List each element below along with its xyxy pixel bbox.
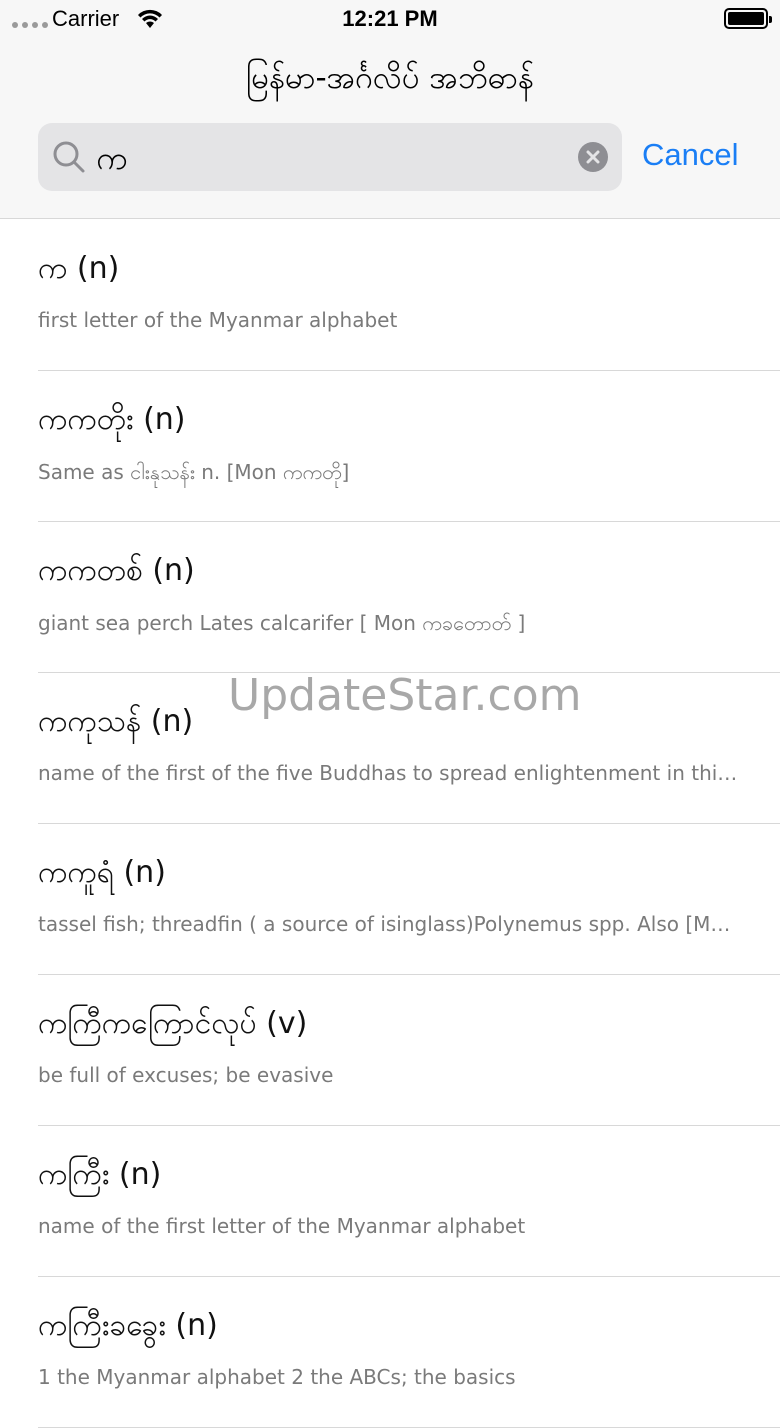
battery-icon — [724, 8, 772, 29]
entry-term: ကကတစ် (n) — [38, 553, 195, 588]
page-title: မြန်မာ-အင်္ဂလိပ် အဘိဓာန် — [246, 60, 534, 96]
close-icon — [586, 150, 600, 164]
entry-definition: tassel fish; threadfin ( a source of isi… — [38, 912, 738, 936]
entry-definition: 1 the Myanmar alphabet 2 the ABCs; the b… — [38, 1365, 516, 1389]
entry-definition: first letter of the Myanmar alphabet — [38, 308, 398, 332]
entry-term: ကကူရံ (n) — [38, 855, 166, 890]
entry-definition: be full of excuses; be evasive — [38, 1063, 334, 1087]
entry-term: ကကုသန် (n) — [38, 704, 194, 739]
search-icon — [53, 141, 85, 173]
list-item[interactable]: ကကြီး (n) name of the first letter of th… — [0, 1126, 780, 1277]
status-bar: Carrier 12:21 PM — [0, 0, 780, 40]
entry-definition: name of the first letter of the Myanmar … — [38, 1214, 526, 1238]
entry-term: ကကြီးခခွေး (n) — [38, 1308, 218, 1343]
entry-term: ကကြီး (n) — [38, 1157, 162, 1192]
status-time: 12:21 PM — [342, 6, 438, 31]
entry-definition: giant sea perch Lates calcarifer [ Mon က… — [38, 611, 526, 635]
list-item[interactable]: ကကြီကကြောင်လုပ် (v) be full of excuses; … — [0, 975, 780, 1126]
entry-definition: Same as ငါးနုသန်း n. [Mon ကကတို] — [38, 460, 350, 484]
list-item[interactable]: ကကုသန် (n) name of the first of the five… — [0, 673, 780, 824]
search-input[interactable]: က — [96, 137, 127, 185]
entry-term: ကကြီကကြောင်လုပ် (v) — [38, 1006, 308, 1041]
results-list: က (n) first letter of the Myanmar alphab… — [0, 220, 780, 1428]
entry-term: က (n) — [38, 251, 120, 286]
clear-search-button[interactable] — [578, 142, 608, 172]
cancel-button[interactable]: Cancel — [642, 137, 739, 173]
navigation-bar: မြန်မာ-အင်္ဂလိပ် အဘိဓာန် က Cancel — [0, 40, 780, 219]
search-field[interactable]: က — [38, 123, 622, 191]
list-item[interactable]: ကကူရံ (n) tassel fish; threadfin ( a sou… — [0, 824, 780, 975]
entry-term: ကကတိုး (n) — [38, 402, 186, 437]
list-item[interactable]: ကကတစ် (n) giant sea perch Lates calcarif… — [0, 522, 780, 673]
list-item[interactable]: ကကတိုး (n) Same as ငါးနုသန်း n. [Mon ကကတ… — [0, 371, 780, 522]
list-item[interactable]: က (n) first letter of the Myanmar alphab… — [0, 220, 780, 371]
list-item[interactable]: ကကြီးခခွေး (n) 1 the Myanmar alphabet 2 … — [0, 1277, 780, 1428]
entry-definition: name of the first of the five Buddhas to… — [38, 761, 738, 785]
